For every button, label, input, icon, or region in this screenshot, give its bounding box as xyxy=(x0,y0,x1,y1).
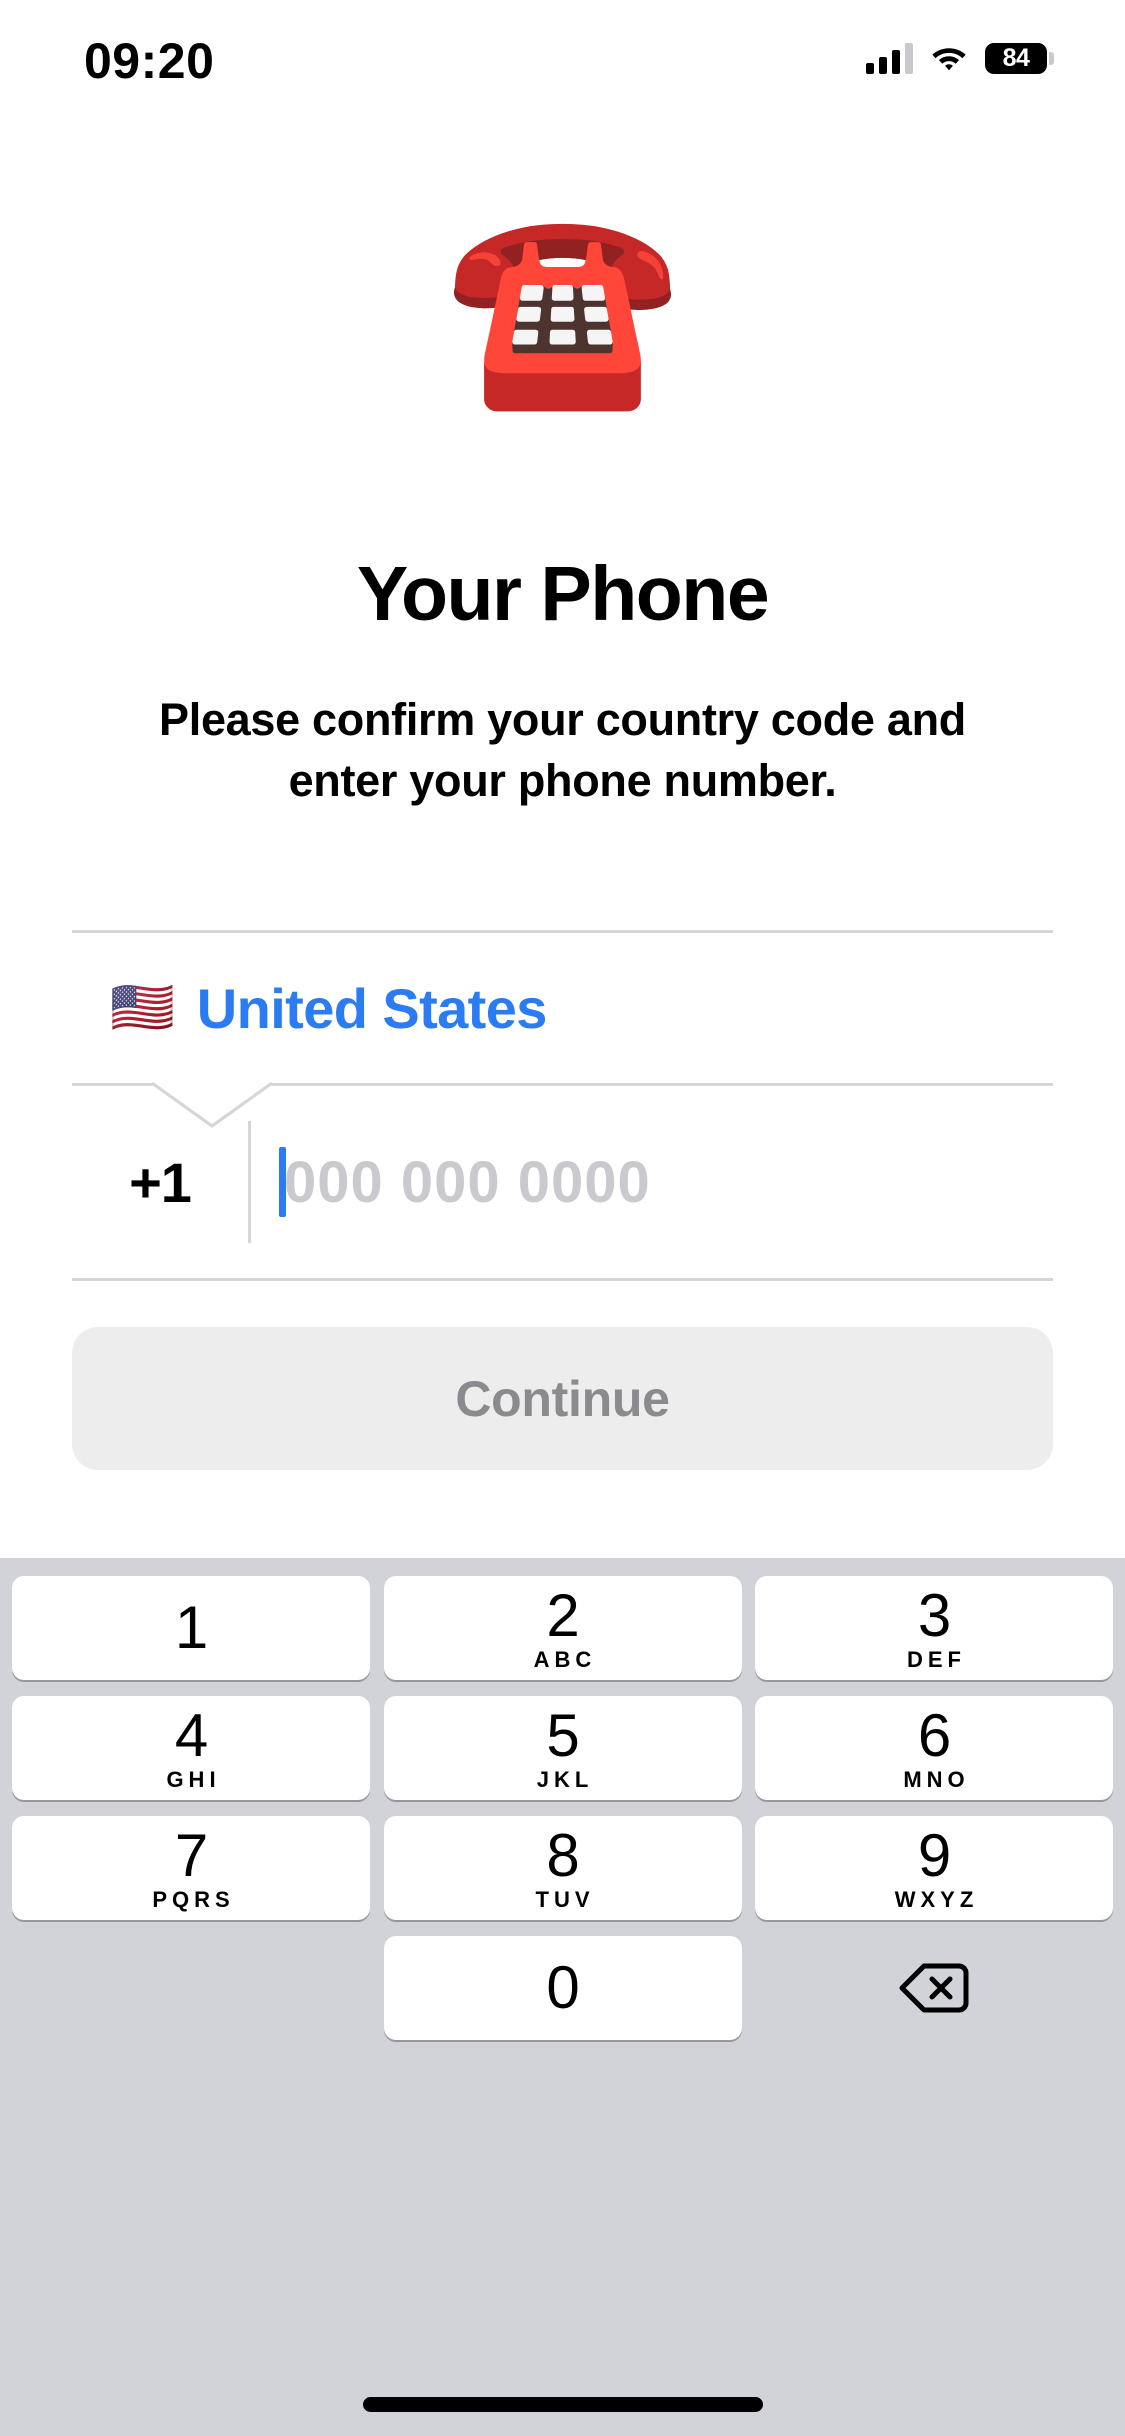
phone-number-placeholder: 000 000 0000 xyxy=(284,1149,651,1215)
key-8-digit: 8 xyxy=(546,1822,579,1890)
phone-number-input[interactable]: 000 000 0000 xyxy=(248,1121,1053,1243)
chevron-down-notch-icon xyxy=(152,1082,272,1128)
key-4-digit: 4 xyxy=(174,1702,208,1770)
wifi-icon xyxy=(932,48,966,71)
phone-form: 🇺🇸 United States +1 000 000 0000 xyxy=(72,930,1053,1281)
signal-bars-icon xyxy=(866,42,913,74)
country-name-label: United States xyxy=(196,976,548,1040)
home-indicator xyxy=(362,2397,763,2412)
key-3-letters: DEF xyxy=(907,1646,966,1672)
backspace-button[interactable] xyxy=(755,1936,1113,2040)
keypad-row-1: 1 2 ABC 3 DEF xyxy=(12,1576,1113,1680)
key-6-digit: 6 xyxy=(917,1702,951,1770)
keypad-row-2: 4 GHI 5 JKL 6 MNO xyxy=(12,1696,1113,1800)
key-2[interactable]: 2 ABC xyxy=(383,1576,742,1680)
battery-icon: 84 xyxy=(985,42,1054,74)
key-9[interactable]: 9 WXYZ xyxy=(755,1816,1113,1920)
page-subtitle: Please confirm your country code and ent… xyxy=(159,694,966,806)
key-2-letters: ABC xyxy=(533,1646,597,1672)
key-9-digit: 9 xyxy=(917,1822,951,1890)
key-1-digit: 1 xyxy=(174,1594,208,1661)
continue-button[interactable]: Continue xyxy=(72,1327,1053,1470)
dial-code-label: +1 xyxy=(129,1150,192,1214)
key-4[interactable]: 4 GHI xyxy=(12,1696,370,1800)
status-bar: 09:20 84 xyxy=(0,0,1125,132)
key-5[interactable]: 5 JKL xyxy=(383,1696,742,1800)
numeric-keypad: 1 2 ABC 3 DEF 4 GHI 5 JKL 6 MNO 7 PQRS 8… xyxy=(0,1558,1125,2436)
status-bar-time: 09:20 xyxy=(84,33,215,89)
key-0[interactable]: 0 xyxy=(383,1936,742,2040)
status-bar-indicators: 84 xyxy=(866,36,1054,80)
keypad-row-3: 7 PQRS 8 TUV 9 WXYZ xyxy=(12,1816,1113,1920)
country-divider-with-notch xyxy=(72,1082,1053,1128)
country-flag-icon: 🇺🇸 xyxy=(110,978,175,1038)
continue-button-label: Continue xyxy=(455,1370,670,1427)
key-6-letters: MNO xyxy=(903,1766,970,1792)
key-9-letters: WXYZ xyxy=(894,1886,979,1912)
form-bottom-divider xyxy=(72,1278,1053,1281)
key-3[interactable]: 3 DEF xyxy=(755,1576,1113,1680)
phone-number-entry-screen: 09:20 84 ☎️ Your Phone Please confirm yo… xyxy=(0,0,1125,2436)
key-7[interactable]: 7 PQRS xyxy=(12,1816,370,1920)
key-0-digit: 0 xyxy=(546,1954,579,2021)
key-2-digit: 2 xyxy=(546,1582,579,1650)
country-selector[interactable]: 🇺🇸 United States xyxy=(72,933,1053,1083)
key-7-letters: PQRS xyxy=(152,1886,235,1912)
page-title: Your Phone xyxy=(356,551,770,637)
key-8-letters: TUV xyxy=(535,1886,595,1912)
keypad-row-4: 0 xyxy=(12,1936,1113,2040)
key-5-letters: JKL xyxy=(536,1766,594,1792)
telephone-emoji: ☎️ xyxy=(444,196,681,417)
key-6[interactable]: 6 MNO xyxy=(755,1696,1113,1800)
key-8[interactable]: 8 TUV xyxy=(383,1816,742,1920)
key-5-digit: 5 xyxy=(546,1702,579,1770)
battery-level-label: 84 xyxy=(1002,43,1030,72)
backspace-icon xyxy=(899,1963,969,2013)
key-1[interactable]: 1 xyxy=(12,1576,370,1680)
key-3-digit: 3 xyxy=(917,1582,951,1650)
key-7-digit: 7 xyxy=(174,1822,208,1890)
keypad-spacer xyxy=(12,1936,370,2040)
key-4-letters: GHI xyxy=(166,1766,221,1792)
